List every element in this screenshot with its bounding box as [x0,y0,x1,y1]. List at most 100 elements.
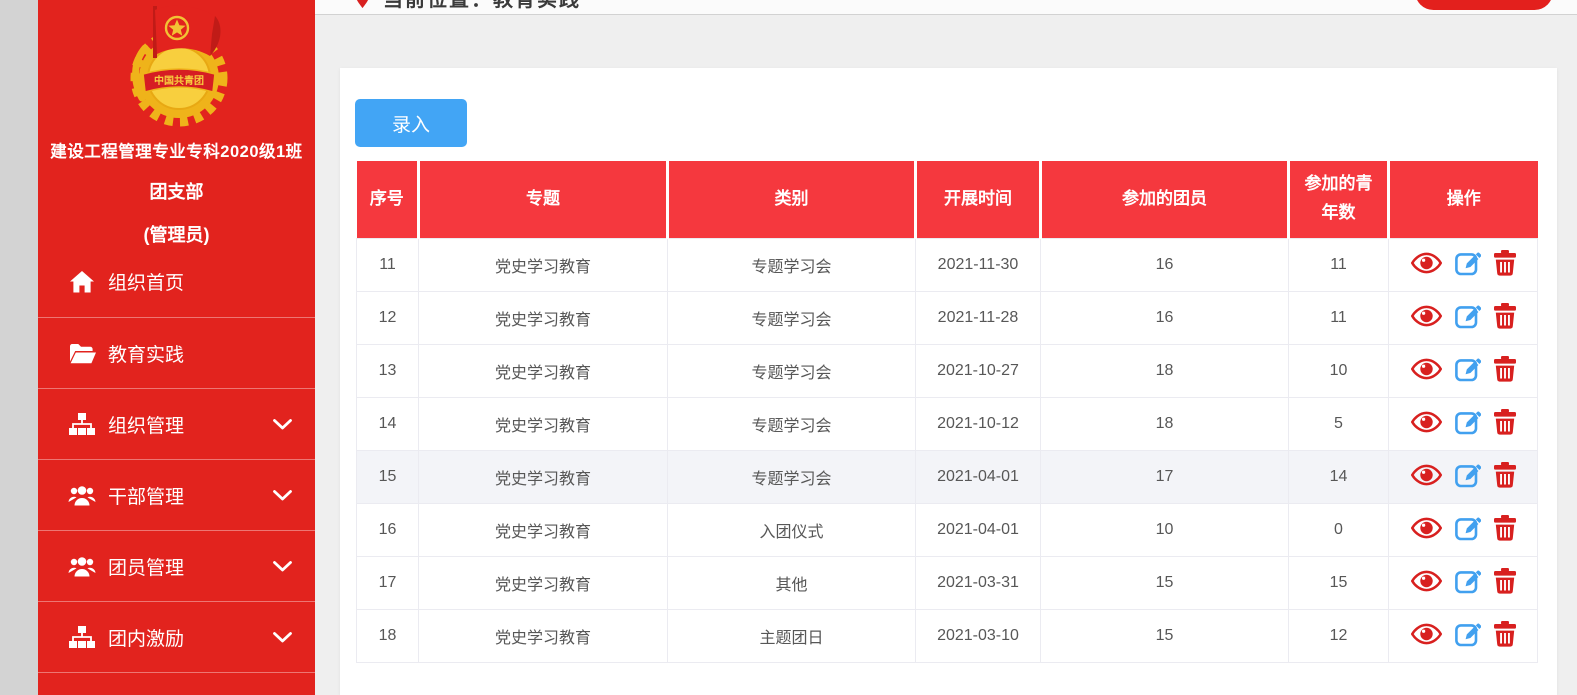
cell-youth: 10 [1289,344,1389,397]
cell-date: 2021-10-27 [916,344,1041,397]
chevron-down-icon [273,490,293,501]
sidebar-item-cadre-manage[interactable]: 干部管理 [38,459,315,530]
delete-button[interactable] [1494,356,1516,385]
main-area: 当前位置：教育实践 录入 序号专题类别开展时间参加的团员参加的青年数操作 11党… [315,0,1577,695]
cell-topic: 党史学习教育 [419,450,668,503]
topbar-action-button[interactable] [1415,0,1553,10]
sidebar-item-label: 教育实践 [108,340,293,367]
cell-date: 2021-03-31 [916,556,1041,609]
sidebar: 中国共青团 建设工程管理专业专科2020级1班 团支部 (管理员) 组织首页教育… [38,0,315,695]
cell-date: 2021-03-10 [916,609,1041,662]
view-button[interactable] [1411,623,1442,648]
delete-button[interactable] [1494,515,1516,544]
cell-actions [1389,344,1538,397]
cell-youth: 5 [1289,397,1389,450]
cell-members: 16 [1041,291,1289,344]
cell-actions [1389,238,1538,291]
table-row: 11党史学习教育专题学习会2021-11-301611 [357,238,1538,291]
entry-button[interactable]: 录入 [355,99,467,147]
eye-icon [1411,305,1442,330]
sidebar-item-edu-practice[interactable]: 教育实践 [38,317,315,388]
view-button[interactable] [1411,517,1442,542]
view-button[interactable] [1411,464,1442,489]
delete-button[interactable] [1494,621,1516,650]
sidebar-item-label: 组织首页 [108,268,293,295]
sitemap-icon [68,411,96,437]
cell-seq: 14 [357,397,419,450]
eye-icon [1411,252,1442,277]
cell-category: 专题学习会 [668,450,916,503]
trash-icon [1494,303,1516,332]
cell-category: 专题学习会 [668,397,916,450]
sidebar-item-org-home[interactable]: 组织首页 [38,246,315,317]
cell-seq: 16 [357,503,419,556]
edit-button[interactable] [1455,462,1481,491]
view-button[interactable] [1411,252,1442,277]
trash-icon [1494,356,1516,385]
cell-actions [1389,291,1538,344]
cell-seq: 17 [357,556,419,609]
cell-category: 专题学习会 [668,291,916,344]
sidebar-item-label: 团员管理 [108,553,273,580]
users-icon [68,482,96,508]
delete-button[interactable] [1494,409,1516,438]
edit-button[interactable] [1455,356,1481,385]
table-row: 17党史学习教育其他2021-03-311515 [357,556,1538,609]
sidebar-item-member-manage[interactable]: 团员管理 [38,530,315,601]
table-row: 16党史学习教育入团仪式2021-04-01100 [357,503,1538,556]
cell-members: 18 [1041,397,1289,450]
sidebar-item-label: 团内激励 [108,624,273,651]
cell-category: 主题团日 [668,609,916,662]
cell-youth: 11 [1289,238,1389,291]
sidebar-item-partial [38,672,315,695]
sidebar-item-league-incentive[interactable]: 团内激励 [38,601,315,672]
org-name: 建设工程管理专业专科2020级1班 [38,138,315,162]
cell-youth: 0 [1289,503,1389,556]
cell-members: 15 [1041,556,1289,609]
cell-topic: 党史学习教育 [419,556,668,609]
cell-members: 16 [1041,238,1289,291]
cell-seq: 18 [357,609,419,662]
view-button[interactable] [1411,305,1442,330]
column-header: 操作 [1389,161,1538,238]
cell-topic: 党史学习教育 [419,397,668,450]
cell-actions [1389,397,1538,450]
edit-icon [1455,568,1481,597]
cell-category: 入团仪式 [668,503,916,556]
users-icon [68,553,96,579]
delete-button[interactable] [1494,303,1516,332]
cell-youth: 14 [1289,450,1389,503]
edit-button[interactable] [1455,303,1481,332]
cell-actions [1389,556,1538,609]
edit-button[interactable] [1455,568,1481,597]
org-role: (管理员) [38,221,315,247]
eye-icon [1411,464,1442,489]
edit-button[interactable] [1455,409,1481,438]
cell-seq: 11 [357,238,419,291]
view-button[interactable] [1411,411,1442,436]
delete-button[interactable] [1494,462,1516,491]
column-header: 参加的团员 [1041,161,1289,238]
cell-date: 2021-11-30 [916,238,1041,291]
cell-topic: 党史学习教育 [419,344,668,397]
delete-button[interactable] [1494,250,1516,279]
cell-date: 2021-10-12 [916,397,1041,450]
delete-button[interactable] [1494,568,1516,597]
trash-icon [1494,515,1516,544]
view-button[interactable] [1411,570,1442,595]
cell-topic: 党史学习教育 [419,503,668,556]
edit-button[interactable] [1455,250,1481,279]
sidebar-item-org-manage[interactable]: 组织管理 [38,388,315,459]
home-icon [68,269,96,295]
edit-button[interactable] [1455,621,1481,650]
cell-actions [1389,503,1538,556]
view-button[interactable] [1411,358,1442,383]
cell-date: 2021-11-28 [916,291,1041,344]
edit-icon [1455,621,1481,650]
cell-youth: 15 [1289,556,1389,609]
left-gray-strip [0,0,38,695]
column-header: 专题 [419,161,668,238]
edit-button[interactable] [1455,515,1481,544]
table-header: 序号专题类别开展时间参加的团员参加的青年数操作 [357,161,1538,238]
trash-icon [1494,250,1516,279]
